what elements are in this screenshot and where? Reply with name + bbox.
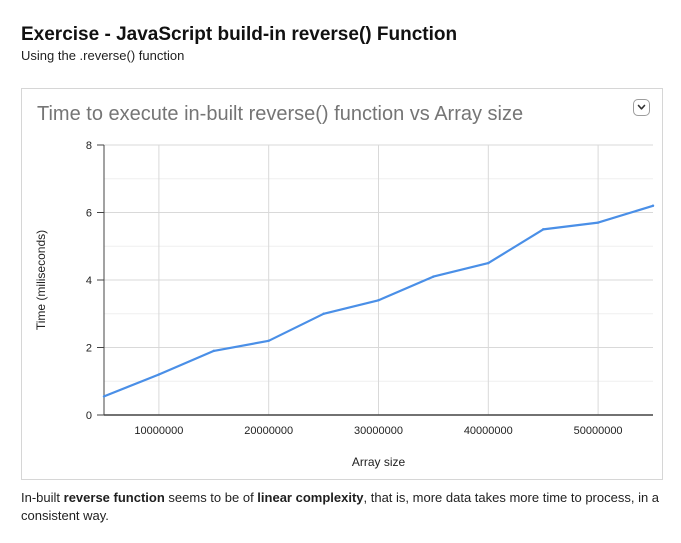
description-text: In-built [21,490,64,505]
x-tick-label: 50000000 [574,425,623,437]
data-point [596,221,600,224]
y-tick-label: 4 [86,275,92,287]
y-tick-label: 0 [86,410,92,422]
data-point [651,204,655,207]
y-tick-label: 8 [86,140,92,152]
chart-card: Time to execute in-built reverse() funct… [21,88,663,480]
data-point [157,373,161,376]
chevron-down-icon [637,104,646,110]
x-tick-label: 20000000 [244,425,293,437]
x-tick-label: 40000000 [464,425,513,437]
chart-menu-button[interactable] [633,99,650,116]
data-point [102,395,106,398]
description-bold-reverse-function: reverse function [63,490,165,505]
data-point [322,312,325,315]
page-title: Exercise - JavaScript build-in reverse()… [21,24,458,45]
y-tick-label: 2 [86,343,92,355]
x-tick-label: 10000000 [134,425,183,437]
chart-title: Time to execute in-built reverse() funct… [37,103,523,125]
page-subtitle: Using the .reverse() function [21,48,185,63]
y-tick-label: 6 [86,208,92,220]
data-point [432,275,435,278]
data-point [487,261,490,265]
x-tick-label: 30000000 [354,425,403,437]
description-text: seems to be of [164,490,258,505]
data-point [267,339,270,342]
data-point [377,299,380,302]
description: In-built reverse function seems to be of… [21,489,661,525]
data-point [542,228,545,231]
x-axis-title: Array size [352,455,406,469]
y-axis-title: Time (miliseconds) [34,230,48,330]
description-bold-linear-complexity: linear complexity [257,490,364,505]
line-chart: Time to execute in-built reverse() funct… [34,103,655,469]
data-point [212,349,215,353]
